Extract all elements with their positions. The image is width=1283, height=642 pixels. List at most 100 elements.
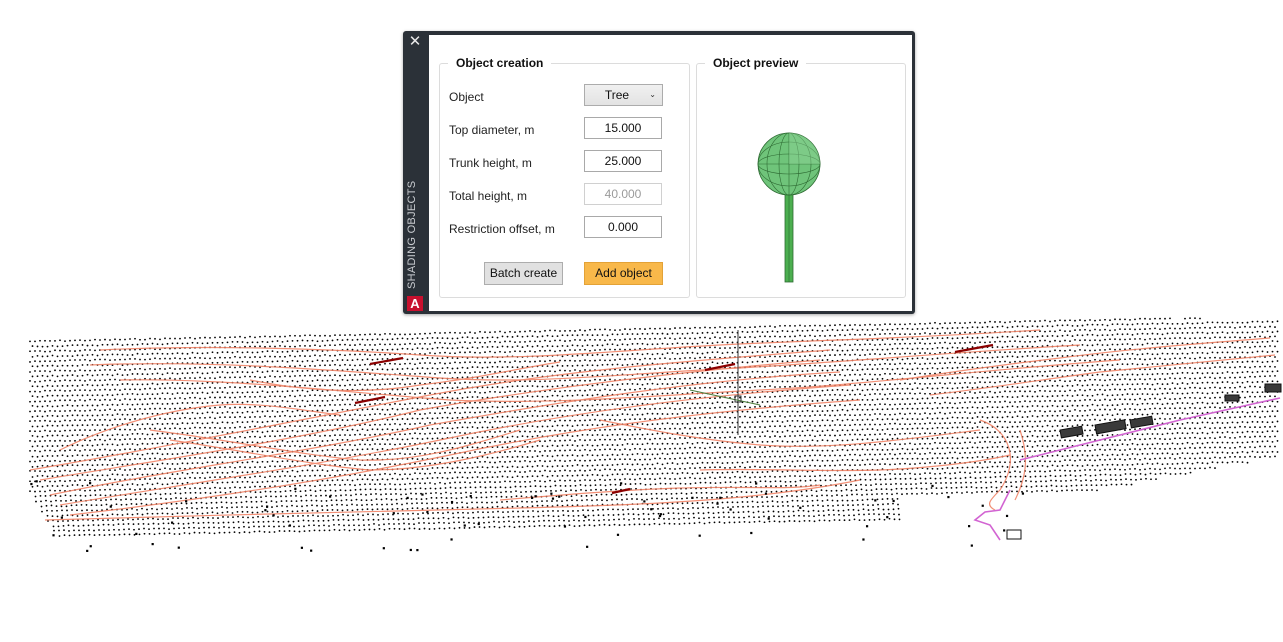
- survey-point: [284, 375, 286, 377]
- survey-point: [339, 353, 341, 356]
- survey-point: [156, 352, 159, 355]
- survey-point: [939, 382, 941, 384]
- survey-point: [1041, 395, 1044, 398]
- survey-point: [724, 386, 726, 388]
- survey-point: [1156, 372, 1159, 375]
- survey-point: [826, 399, 829, 402]
- survey-point: [714, 416, 716, 419]
- survey-point: [719, 396, 721, 399]
- survey-point: [304, 415, 306, 418]
- survey-point: [936, 417, 939, 420]
- survey-point: [1104, 398, 1106, 401]
- survey-point: [549, 349, 551, 352]
- survey-point: [891, 388, 894, 390]
- survey-point: [751, 351, 754, 354]
- survey-point: [906, 347, 909, 350]
- survey-point: [161, 343, 164, 346]
- survey-point: [1186, 402, 1189, 404]
- survey-point: [1189, 317, 1191, 320]
- survey-point: [1221, 372, 1224, 374]
- survey-point: [44, 419, 46, 422]
- survey-point: [1274, 326, 1276, 328]
- survey-point: [726, 401, 729, 404]
- survey-point: [376, 349, 379, 351]
- survey-point: [291, 370, 294, 373]
- survey-point: [1051, 374, 1054, 377]
- survey-point: [849, 403, 851, 406]
- survey-point: [744, 386, 746, 388]
- survey-point: [1251, 400, 1254, 403]
- survey-point: [916, 347, 919, 350]
- survey-point: [1084, 328, 1086, 331]
- survey-point: [1081, 414, 1084, 417]
- survey-point: [409, 413, 411, 415]
- survey-point: [1036, 415, 1039, 418]
- survey-point: [719, 377, 721, 379]
- survey-point: [521, 396, 524, 398]
- survey-point: [104, 379, 106, 382]
- survey-point: [1226, 411, 1229, 413]
- survey-point: [614, 399, 616, 401]
- survey-point: [781, 330, 784, 332]
- survey-point: [64, 399, 66, 402]
- survey-point: [119, 358, 121, 361]
- survey-point: [71, 394, 74, 397]
- survey-point: [556, 414, 559, 417]
- survey-point: [671, 402, 674, 405]
- survey-point: [844, 364, 846, 367]
- survey-point: [59, 439, 61, 442]
- survey-point: [919, 402, 921, 405]
- survey-point: [29, 371, 31, 373]
- survey-point: [994, 411, 996, 413]
- survey-point: [486, 406, 489, 409]
- survey-point: [1004, 351, 1006, 354]
- survey-point: [1184, 327, 1186, 330]
- survey-point: [681, 382, 684, 385]
- survey-point: [839, 373, 841, 376]
- survey-point: [824, 375, 826, 377]
- survey-point: [1261, 331, 1264, 333]
- survey-point: [579, 359, 581, 362]
- survey-point: [139, 388, 141, 391]
- survey-point: [351, 378, 354, 381]
- survey-point: [44, 350, 46, 353]
- survey-point: [34, 340, 36, 343]
- survey-point: [389, 333, 391, 335]
- survey-point: [696, 411, 699, 414]
- survey-point: [1136, 403, 1139, 406]
- survey-point: [759, 396, 761, 399]
- survey-point: [1209, 406, 1211, 409]
- survey-point: [649, 398, 651, 400]
- survey-point: [1001, 395, 1004, 398]
- survey-point: [199, 366, 201, 369]
- survey-point: [51, 414, 54, 417]
- survey-point: [1101, 323, 1104, 326]
- survey-point: [349, 364, 351, 367]
- survey-point: [1276, 330, 1279, 333]
- survey-point: [761, 401, 764, 403]
- survey-point: [141, 343, 144, 345]
- survey-point: [876, 388, 879, 391]
- survey-point: [471, 396, 474, 398]
- survey-point: [601, 404, 604, 406]
- survey-point: [739, 376, 741, 379]
- survey-point: [721, 401, 724, 404]
- survey-point: [984, 411, 986, 414]
- survey-point: [874, 403, 876, 406]
- survey-point: [761, 420, 764, 423]
- survey-point: [84, 419, 86, 422]
- survey-point: [844, 334, 846, 337]
- survey-point: [109, 369, 111, 371]
- survey-point: [991, 416, 994, 419]
- survey-point: [369, 333, 371, 336]
- survey-point: [276, 340, 279, 342]
- survey-point: [74, 409, 76, 412]
- survey-point: [609, 348, 611, 351]
- survey-point: [496, 386, 499, 388]
- survey-point: [241, 401, 244, 404]
- survey-point: [684, 387, 686, 389]
- survey-point: [929, 352, 931, 355]
- survey-point: [1131, 403, 1134, 405]
- survey-point: [76, 424, 79, 427]
- survey-point: [81, 404, 84, 407]
